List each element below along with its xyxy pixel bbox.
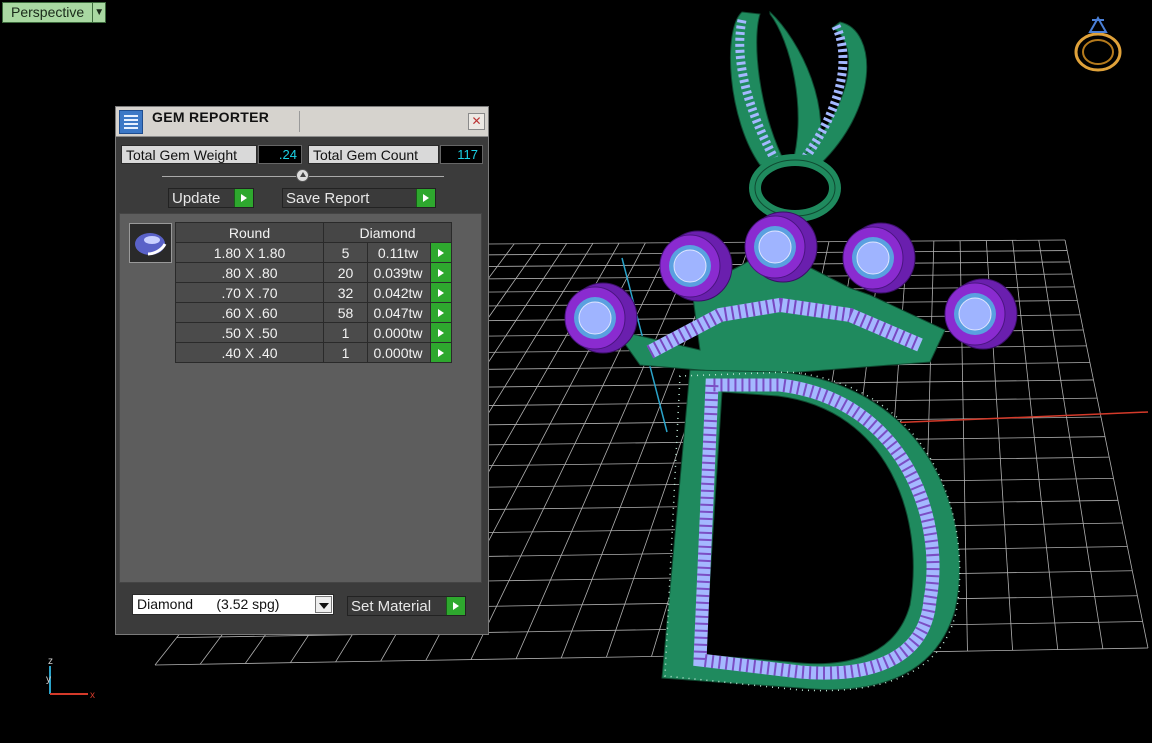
pendant-bail — [730, 10, 868, 222]
gem-reporter-title: GEM REPORTER — [152, 109, 270, 125]
chevron-down-icon[interactable]: ▼ — [92, 3, 106, 22]
total-gem-weight-label: Total Gem Weight — [121, 145, 257, 164]
select-row-arrow-icon[interactable] — [430, 262, 452, 283]
gem-reporter-logo-icon — [119, 110, 143, 134]
gem-table: Round Diamond 1.80 X 1.80 5 0.11tw .80 X .8… — [175, 222, 452, 363]
gem-weight: 0.11tw — [367, 242, 431, 263]
gem-table-row: .60 X .60 58 0.047tw — [175, 302, 452, 323]
chevron-down-icon[interactable] — [315, 596, 332, 613]
play-arrow-icon[interactable] — [234, 189, 253, 207]
total-gem-count-label: Total Gem Count — [308, 145, 439, 164]
round-gem-icon[interactable] — [129, 223, 172, 263]
gem-size: 1.80 X 1.80 — [175, 242, 324, 263]
viewport-tab[interactable]: Perspective ▼ — [2, 2, 107, 23]
axis-y-label: y — [46, 674, 51, 685]
gem-size: .70 X .70 — [175, 282, 324, 303]
close-icon[interactable]: ✕ — [468, 113, 485, 130]
gem-size: .50 X .50 — [175, 322, 324, 343]
gem-size: .60 X .60 — [175, 302, 324, 323]
select-row-arrow-icon[interactable] — [430, 242, 452, 263]
gem-table-row: .80 X .80 20 0.039tw — [175, 262, 452, 283]
select-row-arrow-icon[interactable] — [430, 302, 452, 323]
gem-count: 20 — [323, 262, 368, 283]
gem-size: .40 X .40 — [175, 342, 324, 363]
play-arrow-icon[interactable] — [446, 597, 465, 615]
axis-x-label: x — [90, 690, 95, 700]
gem-material-header: Diamond — [323, 222, 452, 243]
gem-table-row: 1.80 X 1.80 5 0.11tw — [175, 242, 452, 263]
gem-weight: 0.000tw — [367, 322, 431, 343]
gem-count: 1 — [323, 322, 368, 343]
viewport-label[interactable]: Perspective — [3, 3, 93, 22]
gem-count: 58 — [323, 302, 368, 323]
gem-size: .80 X .80 — [175, 262, 324, 283]
set-material-button-label: Set Material — [351, 597, 432, 615]
save-report-button-label: Save Report — [286, 189, 370, 207]
material-select-value: Diamond (3.52 spg) — [137, 596, 280, 612]
gem-cut-header: Round — [175, 222, 324, 243]
gem-count: 5 — [323, 242, 368, 263]
update-button[interactable]: Update — [168, 188, 254, 208]
select-row-arrow-icon[interactable] — [430, 342, 452, 363]
gem-reporter-panel[interactable]: GEM REPORTER ✕ Total Gem Weight .24 Tota… — [115, 106, 489, 635]
gem-table-row: .50 X .50 1 0.000tw — [175, 322, 452, 343]
gem-table-row: .40 X .40 1 0.000tw — [175, 342, 452, 363]
material-select[interactable]: Diamond (3.52 spg) — [132, 594, 334, 615]
axis-triad-icon: z y x — [46, 656, 95, 700]
ring-view-icon[interactable] — [1072, 12, 1126, 74]
slider-handle[interactable] — [296, 169, 309, 182]
select-row-arrow-icon[interactable] — [430, 322, 452, 343]
total-gem-count-value: 117 — [440, 145, 483, 164]
gem-weight: 0.047tw — [367, 302, 431, 323]
gem-count: 1 — [323, 342, 368, 363]
gem-table-header: Round Diamond — [175, 222, 452, 243]
gem-table-row: .70 X .70 32 0.042tw — [175, 282, 452, 303]
title-separator — [299, 111, 300, 132]
play-arrow-icon[interactable] — [416, 189, 435, 207]
total-gem-weight-value: .24 — [258, 145, 302, 164]
save-report-button[interactable]: Save Report — [282, 188, 436, 208]
select-row-arrow-icon[interactable] — [430, 282, 452, 303]
gem-weight: 0.000tw — [367, 342, 431, 363]
gem-weight: 0.042tw — [367, 282, 431, 303]
pendant-letter-d — [661, 369, 961, 692]
gem-count: 32 — [323, 282, 368, 303]
axis-z-label: z — [48, 656, 53, 667]
set-material-button[interactable]: Set Material — [347, 596, 466, 616]
gem-weight: 0.039tw — [367, 262, 431, 283]
gem-list-area: Round Diamond 1.80 X 1.80 5 0.11tw .80 X .8… — [119, 213, 482, 583]
gem-reporter-titlebar[interactable]: GEM REPORTER ✕ — [116, 107, 488, 137]
update-button-label: Update — [172, 189, 221, 207]
